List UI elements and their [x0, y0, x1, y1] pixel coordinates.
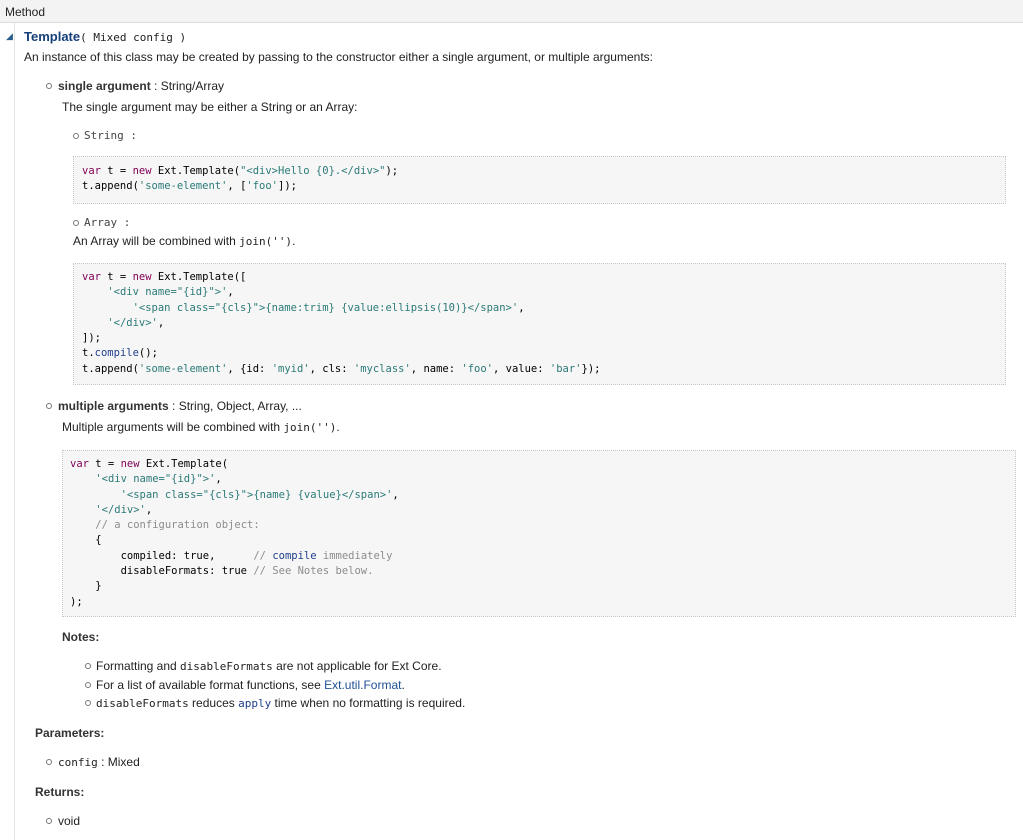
multiple-arguments-desc: Multiple arguments will be combined with… — [62, 420, 340, 434]
notes-heading: Notes: — [62, 630, 100, 644]
string-label: String : — [84, 129, 137, 142]
method-title: Template( Mixed config ) — [24, 29, 186, 44]
note-item: Formatting and disableFormats are not ap… — [96, 659, 442, 673]
note-item: For a list of available format functions… — [96, 678, 405, 692]
note-item: disableFormats reduces apply time when n… — [96, 696, 466, 710]
method-description: An instance of this class may be created… — [24, 50, 653, 64]
multiple-arguments-heading: multiple arguments : String, Object, Arr… — [58, 399, 302, 413]
parameter-config: config : Mixed — [58, 755, 140, 769]
section-header-label: Method — [5, 5, 46, 19]
method-signature: ( Mixed config ) — [80, 31, 187, 44]
return-value: void — [58, 814, 81, 828]
collapse-triangle-icon[interactable]: ◢ — [6, 31, 13, 42]
parameters-heading: Parameters: — [35, 726, 105, 740]
array-desc: An Array will be combined with join(''). — [73, 234, 296, 248]
bullet-icon — [85, 682, 91, 688]
bullet-icon — [46, 759, 52, 765]
single-argument-types: : String/Array — [150, 79, 225, 93]
code-block-string: var t = new Ext.Template("<div>Hello {0}… — [73, 156, 1006, 204]
bullet-icon — [46, 403, 52, 409]
single-argument-title: single argument — [58, 79, 151, 93]
array-label: Array : — [84, 216, 131, 229]
bullet-icon — [46, 818, 52, 824]
bullet-icon — [73, 133, 79, 139]
bullet-icon — [46, 83, 52, 89]
bullet-icon — [85, 663, 91, 669]
ext-util-format-link[interactable]: Ext.util.Format — [324, 678, 401, 692]
returns-heading: Returns: — [35, 785, 85, 799]
method-name[interactable]: Template — [24, 29, 80, 44]
section-header: Method — [0, 0, 1023, 23]
single-argument-desc: The single argument may be either a Stri… — [62, 100, 358, 114]
code-block-array: var t = new Ext.Template([ '<div name="{… — [73, 263, 1006, 385]
code-block-multiple: var t = new Ext.Template( '<div name="{i… — [62, 450, 1016, 617]
single-argument-heading: single argument : String/Array — [58, 79, 224, 93]
bullet-icon — [85, 700, 91, 706]
left-rail — [14, 23, 15, 840]
bullet-icon — [73, 220, 79, 226]
